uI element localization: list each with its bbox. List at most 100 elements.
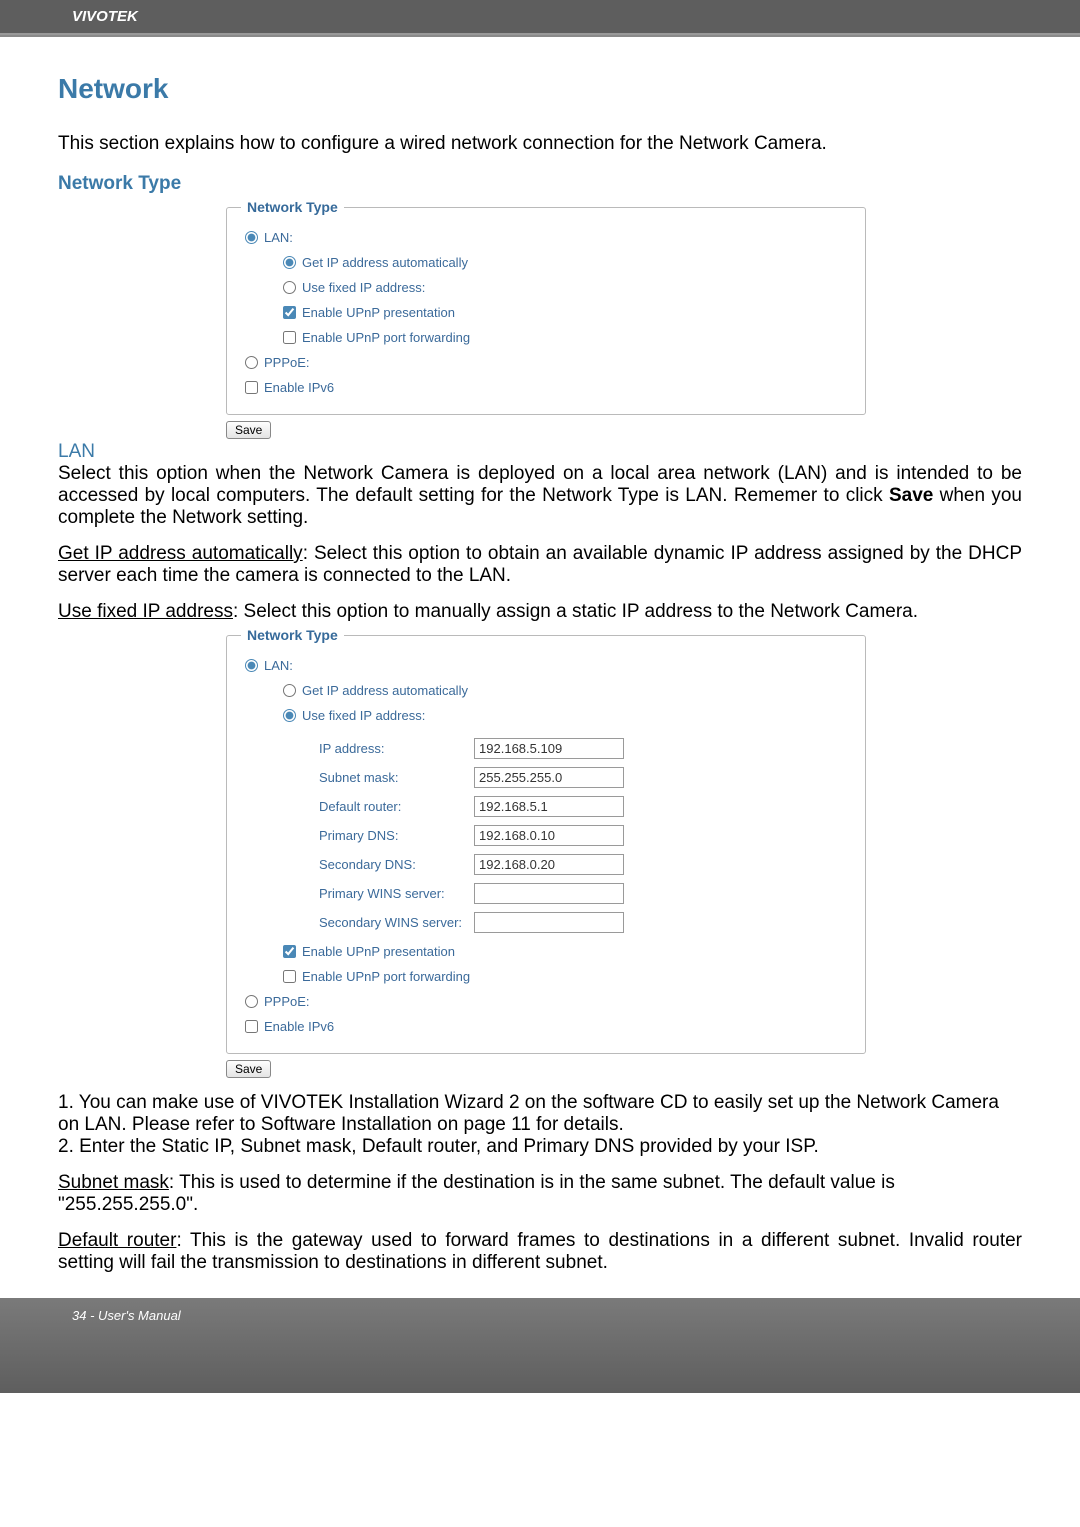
pppoe-radio[interactable] [245, 356, 258, 369]
network-type-fieldset-2: Network Type LAN: Get IP address automat… [226, 627, 866, 1054]
ip-address-label: IP address: [313, 736, 468, 761]
subnet-mask-underline: Subnet mask [58, 1172, 169, 1193]
lan-radio[interactable] [245, 231, 258, 244]
primary-wins-input[interactable] [474, 883, 624, 904]
secondary-dns-input[interactable] [474, 854, 624, 875]
header-divider [0, 35, 1080, 37]
subnet-mask-para: Subnet mask: This is used to determine i… [58, 1172, 1022, 1216]
get-ip-auto-underline: Get IP address automatically [58, 543, 303, 564]
primary-dns-label: Primary DNS: [313, 823, 468, 848]
network-type-heading: Network Type [58, 173, 1022, 195]
pppoe-label-2: PPPoE: [264, 994, 310, 1009]
enable-ipv6-checkbox[interactable] [245, 381, 258, 394]
lan-para1: Select this option when the Network Came… [58, 463, 1022, 529]
enable-upnp-port-row-2: Enable UPnP port forwarding [241, 964, 851, 989]
lan-para1-prefix: Select this option when the Network Came… [58, 463, 1022, 506]
page-title: Network [58, 73, 1022, 105]
enable-upnp-presentation-checkbox-2[interactable] [283, 945, 296, 958]
lan-radio-row: LAN: [241, 225, 851, 250]
enable-ipv6-row-2: Enable IPv6 [241, 1014, 851, 1039]
save-button[interactable]: Save [226, 421, 271, 439]
default-router-para: Default router: This is the gateway used… [58, 1230, 1022, 1274]
secondary-dns-label: Secondary DNS: [313, 852, 468, 877]
secondary-wins-input[interactable] [474, 912, 624, 933]
use-fixed-ip-row-2: Use fixed IP address: [241, 703, 851, 728]
lan-radio-row-2: LAN: [241, 653, 851, 678]
enable-upnp-port-label-2: Enable UPnP port forwarding [302, 969, 470, 984]
get-ip-auto-row: Get IP address automatically [241, 250, 851, 275]
save-button-2[interactable]: Save [226, 1060, 271, 1078]
save-button-wrap-2: Save [226, 1060, 1022, 1078]
primary-dns-row: Primary DNS: [313, 823, 630, 848]
get-ip-auto-row-2: Get IP address automatically [241, 678, 851, 703]
get-ip-desc-para: Get IP address automatically: Select thi… [58, 543, 1022, 587]
get-ip-auto-radio-2[interactable] [283, 684, 296, 697]
lan-radio-2[interactable] [245, 659, 258, 672]
primary-wins-label: Primary WINS server: [313, 881, 468, 906]
enable-upnp-presentation-label-2: Enable UPnP presentation [302, 944, 455, 959]
default-router-underline: Default router [58, 1230, 176, 1251]
use-fixed-underline: Use fixed IP address [58, 601, 233, 622]
get-ip-auto-label: Get IP address automatically [302, 255, 468, 270]
use-fixed-ip-radio-2[interactable] [283, 709, 296, 722]
enable-upnp-presentation-label: Enable UPnP presentation [302, 305, 455, 320]
enable-upnp-port-checkbox-2[interactable] [283, 970, 296, 983]
use-fixed-ip-label-2: Use fixed IP address: [302, 708, 425, 723]
footer-band: 34 - User's Manual [0, 1298, 1080, 1393]
use-fixed-ip-label: Use fixed IP address: [302, 280, 425, 295]
lan-heading: LAN [58, 441, 1022, 463]
secondary-dns-row: Secondary DNS: [313, 852, 630, 877]
use-fixed-ip-radio[interactable] [283, 281, 296, 294]
note-2: 2. Enter the Static IP, Subnet mask, Def… [58, 1136, 1022, 1158]
subnet-mask-label: Subnet mask: [313, 765, 468, 790]
enable-ipv6-label: Enable IPv6 [264, 380, 334, 395]
enable-upnp-presentation-row-2: Enable UPnP presentation [241, 939, 851, 964]
secondary-wins-label: Secondary WINS server: [313, 910, 468, 935]
subnet-mask-desc: : This is used to determine if the desti… [58, 1172, 895, 1215]
lan-label-2: LAN: [264, 658, 293, 673]
ip-address-input[interactable] [474, 738, 624, 759]
use-fixed-desc-para: Use fixed IP address: Select this option… [58, 601, 1022, 623]
ip-address-row: IP address: [313, 736, 630, 761]
use-fixed-desc: : Select this option to manually assign … [233, 601, 918, 622]
subnet-mask-input[interactable] [474, 767, 624, 788]
subnet-mask-row: Subnet mask: [313, 765, 630, 790]
get-ip-auto-label-2: Get IP address automatically [302, 683, 468, 698]
use-fixed-ip-row: Use fixed IP address: [241, 275, 851, 300]
intro-text: This section explains how to configure a… [58, 133, 1022, 155]
lan-para1-bold: Save [889, 485, 933, 506]
primary-dns-input[interactable] [474, 825, 624, 846]
enable-ipv6-checkbox-2[interactable] [245, 1020, 258, 1033]
lan-label: LAN: [264, 230, 293, 245]
fieldset-legend-2: Network Type [241, 627, 344, 643]
enable-upnp-port-row: Enable UPnP port forwarding [241, 325, 851, 350]
enable-upnp-port-label: Enable UPnP port forwarding [302, 330, 470, 345]
default-router-label: Default router: [313, 794, 468, 819]
network-type-fieldset-1: Network Type LAN: Get IP address automat… [226, 199, 866, 415]
save-button-wrap-1: Save [226, 421, 1022, 439]
network-type-group-2: Network Type LAN: Get IP address automat… [226, 627, 866, 1054]
default-router-desc: : This is the gateway used to forward fr… [58, 1230, 1022, 1273]
enable-ipv6-label-2: Enable IPv6 [264, 1019, 334, 1034]
pppoe-row: PPPoE: [241, 350, 851, 375]
header-band: VIVOTEK [0, 0, 1080, 35]
note-1: 1. You can make use of VIVOTEK Installat… [58, 1092, 1022, 1136]
pppoe-radio-2[interactable] [245, 995, 258, 1008]
enable-ipv6-row: Enable IPv6 [241, 375, 851, 400]
brand-text: VIVOTEK [72, 8, 138, 25]
default-router-input[interactable] [474, 796, 624, 817]
get-ip-auto-radio[interactable] [283, 256, 296, 269]
page-number: 34 - User's Manual [72, 1308, 181, 1323]
ip-settings-table: IP address: Subnet mask: Default router:… [313, 732, 630, 939]
enable-upnp-presentation-row: Enable UPnP presentation [241, 300, 851, 325]
enable-upnp-presentation-checkbox[interactable] [283, 306, 296, 319]
pppoe-row-2: PPPoE: [241, 989, 851, 1014]
enable-upnp-port-checkbox[interactable] [283, 331, 296, 344]
fieldset-legend: Network Type [241, 199, 344, 215]
secondary-wins-row: Secondary WINS server: [313, 910, 630, 935]
page-content: Network This section explains how to con… [0, 43, 1080, 1274]
pppoe-label: PPPoE: [264, 355, 310, 370]
default-router-row: Default router: [313, 794, 630, 819]
primary-wins-row: Primary WINS server: [313, 881, 630, 906]
network-type-group: Network Type LAN: Get IP address automat… [226, 199, 866, 415]
